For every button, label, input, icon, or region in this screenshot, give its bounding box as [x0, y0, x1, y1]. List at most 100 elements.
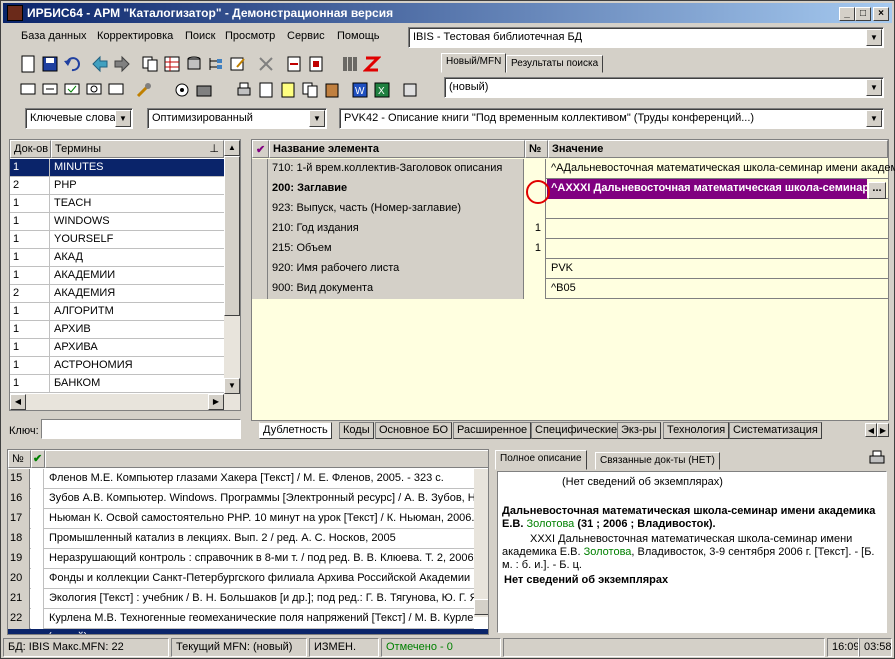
scroll-down-icon[interactable]: ▼	[224, 378, 240, 394]
field-value[interactable]	[547, 239, 895, 259]
print-icon[interactable]	[235, 81, 253, 99]
chat-search-icon[interactable]	[85, 81, 103, 99]
col-number[interactable]: №	[525, 140, 548, 158]
editor-tab[interactable]: Основное БО	[375, 422, 453, 439]
chevron-down-icon[interactable]: ▼	[866, 79, 882, 96]
terms-row[interactable]: 1 TEACH	[10, 195, 224, 213]
copy-record-icon[interactable]	[141, 55, 159, 73]
field-row[interactable]: 215: Объем 1	[252, 239, 888, 259]
settings-icon[interactable]	[401, 81, 419, 99]
tab-linked-docs[interactable]: Связанные док-ты (НЕТ)	[595, 452, 720, 470]
maximize-button[interactable]: □	[855, 7, 871, 21]
field-value[interactable]	[547, 199, 895, 219]
search-mode-select[interactable]: Ключевые слова ▼	[25, 108, 133, 129]
tab-new-mfn[interactable]: Новый/MFN	[441, 53, 507, 73]
ellipsis-button[interactable]: ...	[868, 182, 886, 199]
field-value[interactable]: ^AДальневосточная математическая школа-с…	[547, 159, 895, 179]
view-icon[interactable]	[173, 81, 191, 99]
desc-body-link[interactable]: Золотова	[584, 546, 632, 558]
tab-full-description[interactable]: Полное описание	[495, 450, 587, 470]
save-icon[interactable]	[41, 55, 59, 73]
terms-row[interactable]: 2 PHP	[10, 177, 224, 195]
edit-icon[interactable]	[229, 55, 247, 73]
field-row[interactable]: 710: 1-й врем.коллектив-Заголовок описан…	[252, 159, 895, 179]
undo-icon[interactable]	[63, 55, 81, 73]
record-checkbox[interactable]	[31, 509, 44, 529]
tabs-left-icon[interactable]: ◀	[865, 423, 877, 437]
desc-heading-link[interactable]: Золотова	[526, 518, 574, 530]
barcode-icon[interactable]	[341, 55, 359, 73]
arrow-right-icon[interactable]	[113, 55, 131, 73]
field-row[interactable]: 920: Имя рабочего листа PVK	[252, 259, 888, 279]
chat-edit-icon[interactable]	[41, 81, 59, 99]
terms-row[interactable]: 1 АРХИВ	[10, 321, 224, 339]
chevron-down-icon[interactable]: ▼	[115, 110, 131, 127]
record-checkbox[interactable]	[31, 529, 44, 549]
chat-list-icon[interactable]	[107, 81, 125, 99]
check-icon[interactable]: ✔	[252, 140, 269, 158]
close-button[interactable]: ×	[873, 7, 889, 21]
field-row[interactable]: 900: Вид документа ^B05	[252, 279, 888, 299]
delete-icon[interactable]	[257, 55, 275, 73]
import-icon[interactable]	[285, 55, 303, 73]
record-row[interactable]: 17 Ньюман К. Освой самостоятельно PHP. 10…	[8, 509, 474, 529]
editor-tab[interactable]: Технология	[663, 422, 730, 439]
chevron-down-icon[interactable]: ▼	[866, 110, 882, 127]
key-input[interactable]	[41, 419, 241, 439]
terms-row[interactable]: 1 АКАД	[10, 249, 224, 267]
terms-row[interactable]: 1 WINDOWS	[10, 213, 224, 231]
new-document-icon[interactable]	[19, 55, 37, 73]
terms-col-terms[interactable]: Термины ⊥	[51, 140, 224, 158]
export-icon[interactable]	[307, 55, 325, 73]
terms-row[interactable]: 1 БАНКОМ	[10, 375, 224, 393]
editor-tab[interactable]: Расширенное	[453, 422, 532, 439]
menu-service[interactable]: Сервис	[287, 30, 325, 42]
record-row[interactable]: 20 Фонды и коллекции Санкт-Петербургского…	[8, 569, 474, 589]
field-row[interactable]: 200: Заглавие ^AXXXI Дальневосточная мате…	[252, 179, 888, 199]
excel-icon[interactable]: X	[373, 81, 391, 99]
grid-icon[interactable]	[163, 55, 181, 73]
record-row[interactable]: 22 Курлена М.В. Техногенные геомеханическ…	[8, 609, 474, 629]
record-row[interactable]: 18 Промышленный катализ в лекциях. Вып. 2…	[8, 529, 474, 549]
word-icon[interactable]: W	[351, 81, 369, 99]
field-value[interactable]: PVK	[547, 259, 895, 279]
field-value[interactable]	[547, 219, 895, 239]
editor-tab[interactable]: Систематизация	[729, 422, 822, 439]
arrow-left-icon[interactable]	[91, 55, 109, 73]
terms-row[interactable]: 1 YOURSELF	[10, 231, 224, 249]
pin-icon[interactable]: ⊥	[209, 142, 219, 155]
record-row[interactable]: 19 Неразрушающий контроль : справочник в …	[8, 549, 474, 569]
chevron-down-icon[interactable]: ▼	[866, 29, 882, 46]
menu-view[interactable]: Просмотр	[225, 30, 275, 42]
scroll-thumb[interactable]	[474, 599, 488, 615]
scroll-left-icon[interactable]: ◀	[10, 394, 26, 410]
editor-tab[interactable]: Экз-ры	[617, 422, 661, 439]
menu-database[interactable]: База данных	[21, 30, 87, 42]
copy-icon[interactable]	[301, 81, 319, 99]
terms-row[interactable]: 1 АЛГОРИТМ	[10, 303, 224, 321]
terms-col-docs[interactable]: Док-ов	[10, 140, 51, 158]
print-preview-icon[interactable]	[257, 81, 275, 99]
field-row[interactable]: 210: Год издания 1	[252, 219, 888, 239]
editor-tab[interactable]: Дублетность	[259, 422, 332, 439]
terms-vscroll[interactable]: ▲ ▼	[224, 140, 240, 394]
scroll-up-icon[interactable]: ▲	[224, 140, 240, 156]
record-checkbox[interactable]	[31, 569, 44, 589]
terms-row[interactable]: 1 АРХИВА	[10, 339, 224, 357]
record-row-new[interactable]: (новый)	[8, 629, 488, 634]
menu-help[interactable]: Помощь	[337, 30, 380, 42]
record-row[interactable]: 15 Фленов М.Е. Компьютер глазами Хакера […	[8, 469, 474, 489]
record-checkbox[interactable]	[31, 589, 44, 609]
field-value[interactable]: ^B05	[547, 279, 895, 299]
record-checkbox[interactable]	[31, 489, 44, 509]
worksheet-select[interactable]: PVK42 - Описание книги "Под временным ко…	[339, 108, 884, 129]
field-value[interactable]: ^AXXXI Дальневосточная математическая шк…	[547, 179, 867, 199]
terms-hscroll[interactable]: ◀ ▶	[10, 394, 240, 410]
menu-edit[interactable]: Корректировка	[97, 30, 173, 42]
database-select[interactable]: IBIS - Тестовая библиотечная БД ▼	[408, 27, 884, 48]
record-checkbox[interactable]	[31, 549, 44, 569]
col-value[interactable]: Значение	[548, 140, 888, 158]
chat-icon[interactable]	[19, 81, 37, 99]
z-icon[interactable]	[363, 55, 381, 73]
record-checkbox[interactable]	[31, 469, 44, 489]
